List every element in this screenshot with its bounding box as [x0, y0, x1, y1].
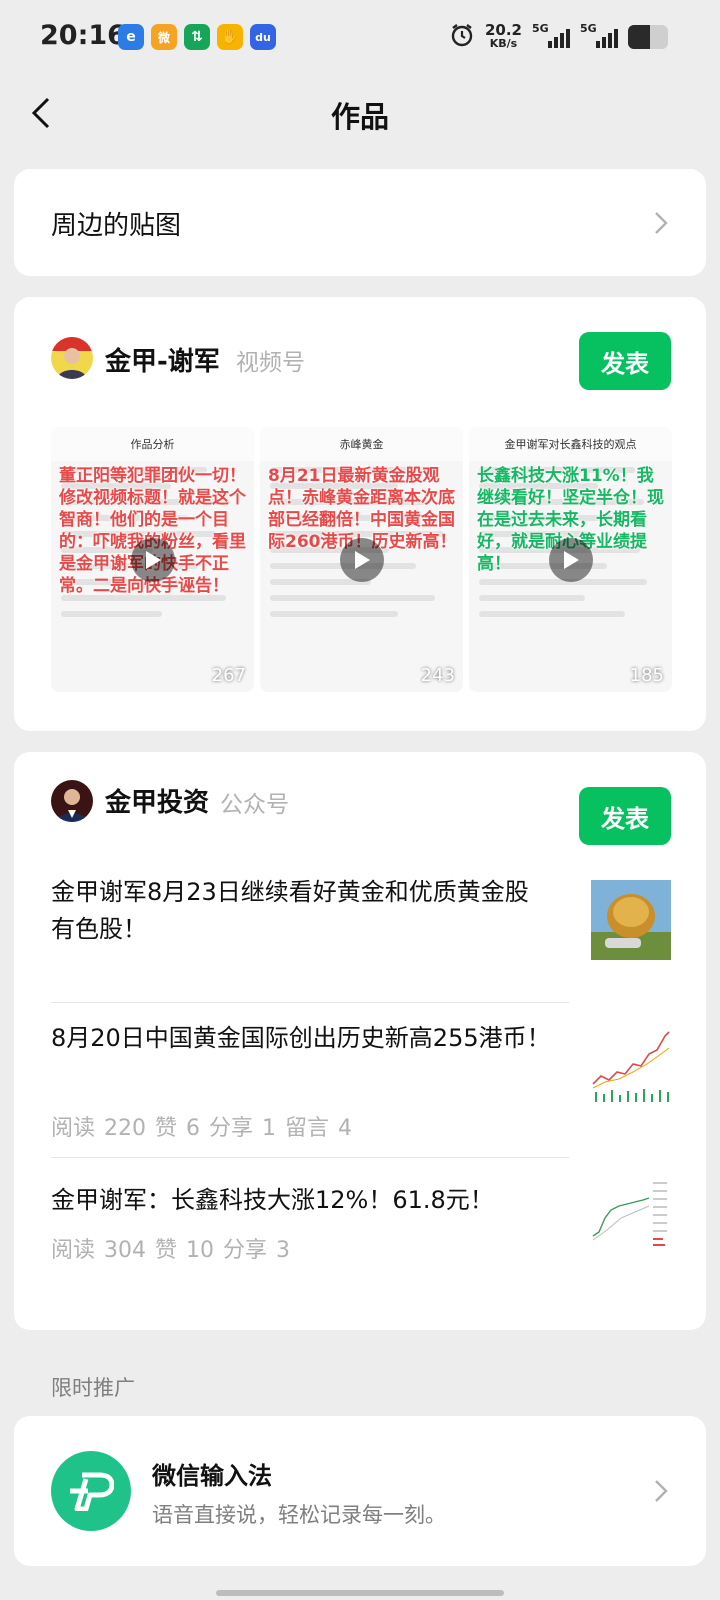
play-icon [339, 537, 384, 582]
article-title: 金甲谢军8月23日继续看好黄金和优质黄金股有色股！ [51, 878, 529, 943]
system-indicators: 20.2 KB/s 5G 5G [449, 22, 668, 52]
browser-app-icon: e [118, 24, 144, 50]
status-bar: 20:16 e 微 ⇅ ✋ du 20.2 KB/s 5G 5G [0, 0, 720, 76]
video-header: 金甲谢军对长鑫科技的观点 [469, 427, 672, 461]
video-thumbnail[interactable]: 金甲谢军对长鑫科技的观点 长鑫科技大涨11%！我继续看好！坚定半仓！现在是过去未… [469, 427, 672, 692]
avatar[interactable] [51, 780, 93, 822]
article-title: 金甲谢军：长鑫科技大涨12%！61.8元！ [51, 1186, 494, 1214]
notification-icons: e 微 ⇅ ✋ du [118, 24, 276, 50]
stickers-row[interactable]: 周边的贴图 [14, 169, 706, 276]
page-title: 作品 [330, 100, 389, 134]
article-thumbnail [591, 1174, 671, 1254]
article-title: 8月20日中国黄金国际创出历史新高255港币！ [51, 1024, 551, 1052]
avatar[interactable] [51, 337, 93, 379]
account-name[interactable]: 金甲投资 [105, 782, 209, 819]
article-thumbnail [591, 880, 671, 960]
baidu-app-icon: du [250, 24, 276, 50]
promo-description: 语音直接说，轻松记录每一刻。 [152, 1503, 446, 1527]
home-indicator[interactable] [216, 1590, 504, 1596]
alarm-icon [449, 22, 475, 52]
article-stats: 阅读 304 赞 10 分享 3 [51, 1238, 290, 1263]
coin-app-icon: ✋ [217, 24, 243, 50]
signal-icon: 5G [580, 22, 618, 50]
article-stats: 阅读 220 赞 6 分享 1 留言 4 [51, 1116, 352, 1141]
video-header: 作品分析 [51, 427, 254, 461]
wechat-input-logo-icon [51, 1451, 131, 1531]
video-thumbnail[interactable]: 作品分析 董正阳等犯罪团伙一切！修改视频标题！就是这个智商！他们的是一个目的：吓… [51, 427, 254, 692]
signal-icon: 5G [532, 22, 570, 50]
play-icon [130, 537, 175, 582]
play-icon [548, 537, 593, 582]
promo-section-label: 限时推广 [51, 1376, 135, 1400]
nav-bar: 作品 [0, 76, 720, 148]
stock-app-icon: ⇅ [184, 24, 210, 50]
channel-type: 视频号 [236, 350, 305, 376]
view-count: 267 [211, 665, 246, 686]
promo-card[interactable]: 微信输入法 语音直接说，轻松记录每一刻。 [14, 1416, 706, 1566]
divider [51, 1002, 569, 1003]
weibo-app-icon: 微 [151, 24, 177, 50]
account-type: 公众号 [220, 792, 289, 818]
divider [51, 1157, 569, 1158]
article-thumbnail [591, 1024, 671, 1104]
battery-icon [628, 25, 668, 49]
video-thumbnail[interactable]: 赤峰黄金 8月21日最新黄金股观点！赤峰黄金距离本次底部已经翻倍！中国黄金国际2… [260, 427, 463, 692]
publish-button[interactable]: 发表 [579, 787, 671, 845]
channels-card: 金甲-谢军 视频号 发表 作品分析 董正阳等犯罪团伙一切！修改视频标题！就是这个… [14, 297, 706, 731]
network-speed: 20.2 KB/s [484, 21, 522, 51]
article-item[interactable]: 金甲谢军：长鑫科技大涨12%！61.8元！ 阅读 304 赞 10 分享 3 [51, 1174, 671, 1282]
official-account-card: 金甲投资 公众号 发表 金甲谢军8月23日继续看好黄金和优质黄金股有色股！ 8月… [14, 752, 706, 1330]
view-count: 243 [420, 665, 455, 686]
channel-name[interactable]: 金甲-谢军 [105, 341, 220, 378]
video-list: 作品分析 董正阳等犯罪团伙一切！修改视频标题！就是这个智商！他们的是一个目的：吓… [51, 427, 672, 692]
chevron-right-icon [655, 1480, 668, 1502]
video-header: 赤峰黄金 [260, 427, 463, 461]
promo-name: 微信输入法 [152, 1462, 272, 1490]
article-item[interactable]: 8月20日中国黄金国际创出历史新高255港币！ 阅读 220 赞 6 分享 1 … [51, 1020, 671, 1145]
chevron-right-icon [655, 212, 668, 234]
view-count: 185 [629, 665, 664, 686]
stickers-label: 周边的贴图 [51, 211, 182, 241]
article-item[interactable]: 金甲谢军8月23日继续看好黄金和优质黄金股有色股！ [51, 874, 671, 984]
publish-button[interactable]: 发表 [579, 332, 671, 390]
status-time: 20:16 [40, 20, 126, 51]
